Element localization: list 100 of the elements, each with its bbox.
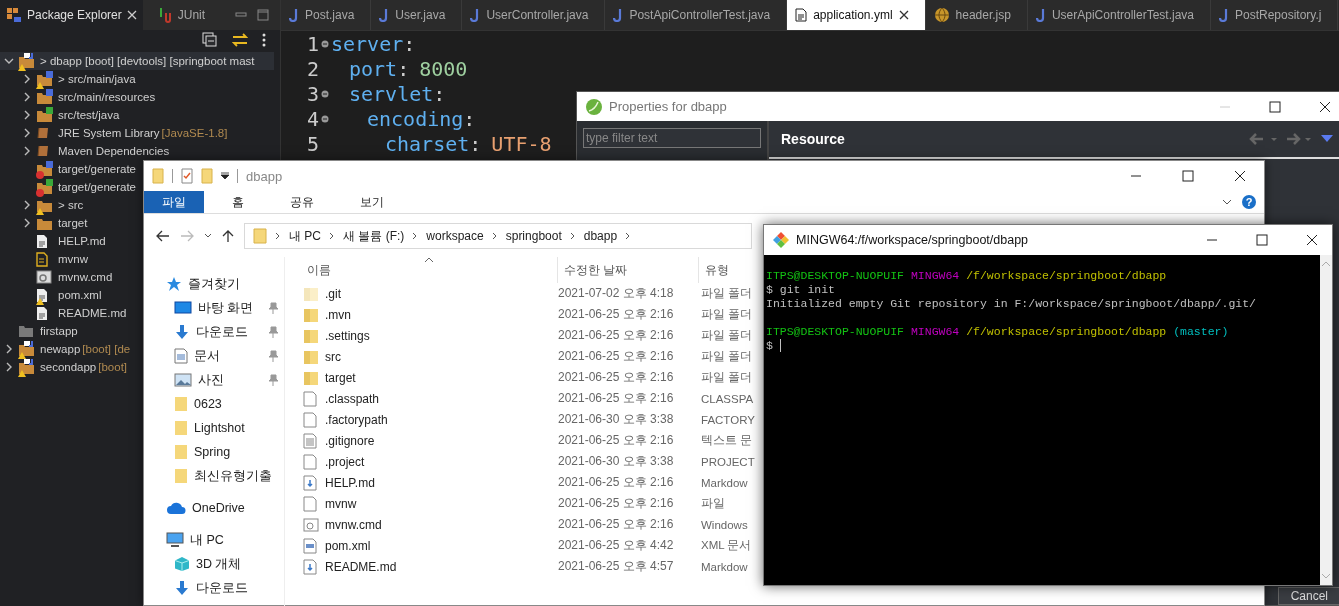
chevron-down-icon[interactable]: [204, 233, 212, 239]
tree-item[interactable]: target/generate: [0, 178, 136, 196]
back-arrow-icon[interactable]: [156, 230, 170, 242]
chevron-right-icon[interactable]: [22, 74, 32, 84]
nav-item[interactable]: 0623: [194, 397, 222, 411]
address-bar[interactable]: 내 PC 새 볼륨 (F:) workspace springboot dbapp: [244, 223, 752, 249]
view-tab[interactable]: Package Explorer: [0, 0, 143, 30]
editor-tab[interactable]: UserController.java: [462, 0, 606, 30]
file-name[interactable]: .factorypath: [325, 412, 558, 427]
file-name[interactable]: mvnw.cmd: [325, 517, 558, 532]
nav-item[interactable]: Lightshot: [194, 421, 245, 435]
dropdown-icon[interactable]: [221, 172, 229, 180]
editor-tab[interactable]: Post.java: [281, 0, 372, 30]
nav-item[interactable]: 문서: [194, 347, 220, 365]
up-arrow-icon[interactable]: [222, 229, 234, 243]
editor-tab[interactable]: UserApiControllerTest.java: [1027, 0, 1211, 30]
file-name[interactable]: pom.xml: [325, 538, 558, 553]
tree-item[interactable]: > src/main/java: [0, 70, 136, 88]
file-name[interactable]: .mvn: [325, 307, 558, 322]
editor-tab[interactable]: application.yml: [787, 0, 926, 30]
chevron-down-icon[interactable]: [4, 56, 14, 66]
ribbon-tab[interactable]: 파일: [144, 191, 204, 213]
file-name[interactable]: target: [325, 370, 558, 385]
chevron-right-icon[interactable]: [22, 110, 32, 120]
chevron-right-icon[interactable]: [22, 200, 32, 210]
nav-item[interactable]: Spring: [194, 445, 231, 459]
chevron-right-icon[interactable]: [4, 344, 14, 354]
chevron-right-icon[interactable]: [4, 362, 14, 372]
fold-icon[interactable]: [321, 114, 329, 123]
column-header[interactable]: 이름: [285, 257, 557, 283]
close-icon[interactable]: [1306, 234, 1318, 246]
chevron-right-icon[interactable]: [22, 92, 32, 102]
tree-item[interactable]: mvnw.cmd: [0, 268, 113, 286]
tree-item[interactable]: JRE System Library [JavaSE-1.8]: [0, 124, 228, 142]
chevron-right-icon[interactable]: [22, 146, 32, 156]
tree-item[interactable]: mvnw: [0, 250, 89, 268]
fold-icon[interactable]: [321, 89, 329, 98]
checklist-icon[interactable]: [181, 168, 193, 184]
nav-item[interactable]: 3D 개체: [196, 555, 242, 573]
tree-item[interactable]: src/main/resources: [0, 88, 156, 106]
help-button[interactable]: ?: [1242, 195, 1256, 209]
breadcrumb[interactable]: workspace: [426, 229, 484, 243]
menu-triangle-icon[interactable]: [1321, 135, 1333, 143]
chevron-right-icon[interactable]: [22, 128, 32, 138]
file-name[interactable]: HELP.md: [325, 475, 558, 490]
nav-item[interactable]: 내 PC: [190, 531, 224, 549]
column-header[interactable]: 수정한 날짜: [557, 257, 698, 283]
tree-item[interactable]: HELP.md: [0, 232, 106, 250]
fold-icon[interactable]: [321, 39, 329, 48]
tree-item[interactable]: src/test/java: [0, 106, 120, 124]
ribbon-tab[interactable]: 공유: [272, 191, 332, 213]
link-editor-icon[interactable]: [232, 33, 248, 47]
more-icon[interactable]: [262, 33, 266, 47]
chevron-right-icon[interactable]: [22, 218, 32, 228]
ribbon-tab[interactable]: 홈: [214, 191, 262, 213]
nav-item[interactable]: 바탕 화면: [198, 299, 254, 317]
collapse-all-icon[interactable]: [202, 32, 218, 48]
editor-tab[interactable]: header.jsp: [925, 0, 1028, 30]
tree-item[interactable]: > src: [0, 196, 84, 214]
maximize-icon[interactable]: [256, 8, 270, 22]
file-name[interactable]: src: [325, 349, 558, 364]
file-name[interactable]: .project: [325, 454, 558, 469]
close-icon[interactable]: [1234, 170, 1246, 182]
maximize-icon[interactable]: [1269, 100, 1281, 113]
close-icon[interactable]: [1319, 100, 1331, 113]
nav-item[interactable]: 다운로드: [196, 323, 248, 341]
tree-item[interactable]: newapp [boot] [de: [0, 340, 131, 358]
ribbon-tab[interactable]: 보기: [342, 191, 402, 213]
tree-item[interactable]: Maven Dependencies: [0, 142, 170, 160]
nav-item[interactable]: 즐겨찾기: [188, 275, 240, 293]
column-header[interactable]: 유형: [698, 257, 729, 283]
file-name[interactable]: .settings: [325, 328, 558, 343]
file-name[interactable]: .git: [325, 286, 558, 301]
view-tab[interactable]: JUnit: [150, 0, 212, 30]
tree-item[interactable]: target/generate: [0, 160, 136, 178]
close-icon[interactable]: [898, 10, 909, 20]
file-name[interactable]: .gitignore: [325, 433, 558, 448]
tree-item[interactable]: README.md: [0, 304, 127, 322]
file-name[interactable]: mvnw: [325, 496, 558, 511]
breadcrumb[interactable]: springboot: [505, 229, 562, 243]
cancel-button[interactable]: Cancel: [1277, 587, 1339, 605]
file-name[interactable]: .classpath: [325, 391, 558, 406]
tree-item[interactable]: secondapp [boot]: [0, 358, 128, 376]
maximize-icon[interactable]: [1182, 170, 1194, 182]
file-name[interactable]: README.md: [325, 559, 558, 574]
tree-item[interactable]: target: [0, 214, 88, 232]
nav-item[interactable]: 사진: [198, 371, 224, 389]
tree-item[interactable]: pom.xml: [0, 286, 102, 304]
editor-tab[interactable]: PostRepository.j: [1211, 0, 1339, 30]
breadcrumb[interactable]: 새 볼륨 (F:): [343, 227, 405, 245]
nav-item[interactable]: 다운로드: [196, 579, 248, 597]
filter-field[interactable]: type filter text: [583, 128, 761, 148]
tree-item[interactable]: > dbapp [boot] [devtools] [springboot mast: [0, 52, 274, 70]
chevron-down-icon[interactable]: [1222, 199, 1232, 205]
tree-item[interactable]: firstapp: [0, 322, 78, 340]
nav-item[interactable]: 최신유형기출: [194, 467, 272, 485]
breadcrumb[interactable]: dbapp: [583, 229, 618, 243]
breadcrumb[interactable]: 내 PC: [289, 227, 321, 245]
editor-tab[interactable]: User.java: [371, 0, 463, 30]
nav-item[interactable]: OneDrive: [192, 501, 245, 515]
